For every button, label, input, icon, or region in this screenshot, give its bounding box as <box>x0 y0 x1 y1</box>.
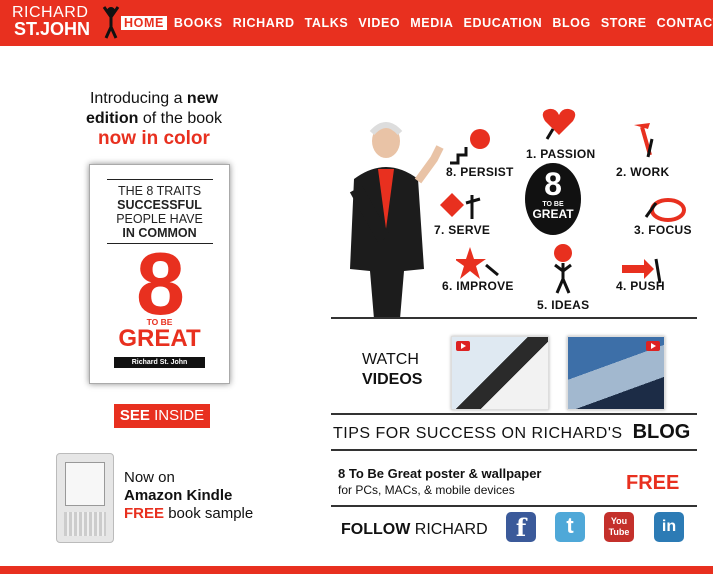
richard-text: RICHARD <box>414 521 488 538</box>
book-great: GREAT <box>118 325 201 352</box>
watch-text: WATCH <box>362 351 419 368</box>
play-icon <box>646 341 660 351</box>
poster-free-label[interactable]: FREE <box>626 472 679 495</box>
hammer-icon <box>634 123 654 158</box>
play-icon <box>456 341 470 351</box>
blog-label: BLOG <box>632 421 691 443</box>
kindle-line2: Amazon Kindle <box>124 487 233 504</box>
trait-improve: 6. IMPROVE <box>442 279 514 293</box>
nav-home[interactable]: HOME <box>121 16 167 30</box>
video-thumbnail-1[interactable] <box>451 336 549 410</box>
nav-store[interactable]: STORE <box>601 16 647 30</box>
intro-new: new <box>186 90 219 107</box>
kindle-keyboard <box>64 512 106 536</box>
trait-serve: 7. SERVE <box>434 223 491 237</box>
twitter-icon[interactable]: t <box>555 512 585 542</box>
kindle-book-sample: book sample <box>168 505 254 522</box>
trait-push: 4. PUSH <box>616 279 665 293</box>
bottom-bar <box>0 566 713 574</box>
inside-label: INSIDE <box>154 407 205 424</box>
video-thumbnail-2[interactable] <box>567 336 665 410</box>
center-eight-badge: 8 TO BE GREAT <box>525 163 581 235</box>
logo-figure-icon <box>102 6 120 39</box>
see-inside-button[interactable]: SEE INSIDE <box>114 404 210 428</box>
kindle-promo[interactable]: Now on Amazon Kindle FREE book sample <box>124 469 253 523</box>
nav-contact[interactable]: CONTACT <box>657 16 713 30</box>
poster-subtitle: for PCs, MACs, & mobile devices <box>338 483 515 497</box>
poster-wallpaper-link[interactable]: 8 To Be Great poster & wallpaper for PCs… <box>338 465 541 499</box>
lightbulb-icon <box>554 244 572 294</box>
watch-videos-label: WATCH VIDEOS <box>362 350 422 390</box>
book-title-line1: THE 8 TRAITS <box>117 184 202 198</box>
kindle-line1: Now on <box>124 469 175 486</box>
book-number: 8 <box>136 234 185 333</box>
heart-icon <box>542 108 576 140</box>
richard-photo <box>349 122 444 319</box>
intro-now-in-color: now in color <box>98 128 210 149</box>
follow-text: FOLLOW <box>341 521 411 538</box>
kindle-free: FREE <box>124 505 165 522</box>
stairs-icon <box>450 129 490 165</box>
facebook-icon[interactable]: f <box>506 512 536 542</box>
linkedin-icon[interactable]: in <box>654 512 684 542</box>
divider-2 <box>331 413 697 415</box>
kindle-screen <box>65 462 105 506</box>
eight-traits-graphic[interactable]: 8 TO BE GREAT 1. PASSION 2. WORK 3. FOCU… <box>334 95 698 319</box>
top-header-bar: RICHARD ST.JOHN HOME BOOKS RICHARD TALKS… <box>0 0 713 46</box>
intro-edition: edition <box>85 110 139 127</box>
videos-text: VIDEOS <box>362 371 423 388</box>
poster-title: 8 To Be Great poster & wallpaper <box>338 466 542 481</box>
logo-line2: ST.JOHN <box>14 19 91 39</box>
tips-text: TIPS FOR SUCCESS ON RICHARD'S <box>333 425 623 442</box>
youtube-icon[interactable]: You Tube <box>604 512 634 542</box>
nav-media[interactable]: MEDIA <box>410 16 453 30</box>
divider-4 <box>331 505 697 507</box>
main-nav: HOME BOOKS RICHARD TALKS VIDEO MEDIA EDU… <box>121 16 713 30</box>
trait-persist: 8. PERSIST <box>446 165 514 179</box>
kindle-device-image[interactable] <box>56 453 114 543</box>
trait-passion: 1. PASSION <box>526 147 596 161</box>
nav-books[interactable]: BOOKS <box>174 16 223 30</box>
nav-blog[interactable]: BLOG <box>552 16 591 30</box>
book-cover[interactable]: THE 8 TRAITS SUCCESSFUL PEOPLE HAVE IN C… <box>89 164 230 384</box>
intro-text: Introducing a <box>89 90 183 107</box>
trait-ideas: 5. IDEAS <box>537 298 590 312</box>
center-number: 8 <box>544 166 562 202</box>
target-icon <box>644 198 686 222</box>
nav-talks[interactable]: TALKS <box>305 16 349 30</box>
book-author: Richard St. John <box>113 357 206 368</box>
new-edition-intro: Introducing a new edition of the book no… <box>64 89 244 149</box>
site-logo[interactable]: RICHARD ST.JOHN <box>12 4 90 38</box>
trait-focus: 3. FOCUS <box>634 223 692 237</box>
intro-of-book: of the book <box>142 110 223 127</box>
book-title-line3: PEOPLE HAVE <box>116 212 203 226</box>
nav-video[interactable]: VIDEO <box>358 16 400 30</box>
follow-richard-label: FOLLOW RICHARD <box>341 521 488 539</box>
serve-icon <box>440 193 481 219</box>
center-great: GREAT <box>532 207 574 221</box>
nav-education[interactable]: EDUCATION <box>464 16 543 30</box>
book-rule-top <box>106 179 213 180</box>
trait-work: 2. WORK <box>616 165 670 179</box>
divider-3 <box>331 449 697 451</box>
divider-1 <box>331 317 697 319</box>
nav-richard[interactable]: RICHARD <box>233 16 295 30</box>
book-title-line2: SUCCESSFUL <box>117 198 202 212</box>
see-label: SEE <box>119 407 150 424</box>
tips-blog-link[interactable]: TIPS FOR SUCCESS ON RICHARD'S BLOG <box>333 421 690 444</box>
